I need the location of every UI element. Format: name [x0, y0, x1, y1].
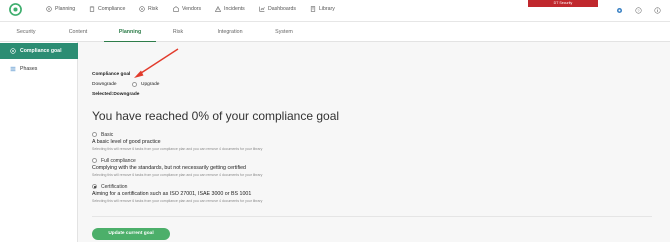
tab-content[interactable]: Content	[52, 22, 104, 42]
nav-item-incidents[interactable]: Incidents	[215, 6, 245, 12]
sidebar-item-phases[interactable]: Phases	[0, 61, 78, 77]
option-full-compliance-description: Complying with the standards, but not ne…	[92, 165, 246, 171]
upgrade-label[interactable]: Upgrade	[141, 82, 159, 87]
option-basic-title[interactable]: Basic	[101, 132, 113, 138]
vendors-icon	[173, 6, 179, 12]
tab-planning[interactable]: Planning	[104, 22, 156, 42]
logo-icon[interactable]	[9, 3, 22, 16]
sidebar-item-label: Phases	[20, 66, 38, 72]
gear-icon[interactable]	[616, 7, 623, 14]
sidebar-item-label: Compliance goal	[20, 48, 62, 54]
option-certification-note: Selecting this will remove 6 tasks from …	[92, 199, 263, 203]
update-goal-button[interactable]: Update current goal	[92, 228, 170, 240]
downgrade-label[interactable]: Downgrade	[92, 82, 117, 87]
nav-label: Library	[319, 6, 335, 12]
nav-label: Risk	[148, 6, 159, 12]
tenant-badge[interactable]: DT Security	[528, 0, 598, 7]
option-full-compliance-note: Selecting this will remove 6 tasks from …	[92, 173, 263, 177]
option-certification-description: Aiming for a certification such as ISO 2…	[92, 191, 252, 197]
top-navigation: Planning Compliance Risk Vendors Inciden…	[0, 0, 670, 22]
risk-icon	[139, 6, 145, 12]
nav-label: Vendors	[182, 6, 202, 12]
option-basic-radio[interactable]	[92, 132, 97, 137]
clipboard-icon	[89, 6, 95, 12]
nav-label: Dashboards	[268, 6, 296, 12]
divider	[92, 216, 652, 217]
nav-label: Compliance	[98, 6, 126, 12]
option-basic-note: Selecting this will remove 6 tasks from …	[92, 147, 263, 151]
svg-text:?: ?	[637, 9, 639, 13]
nav-label: Incidents	[224, 6, 245, 12]
nav-item-compliance[interactable]: Compliance	[89, 6, 125, 12]
nav-item-planning[interactable]: Planning	[46, 6, 75, 12]
tab-system[interactable]: System	[258, 22, 310, 42]
nav-item-vendors[interactable]: Vendors	[173, 6, 201, 12]
book-icon	[310, 6, 316, 12]
toggle-radio[interactable]	[132, 82, 137, 87]
nav-item-risk[interactable]: Risk	[139, 6, 158, 12]
settings-tabs: Security Content Planning Risk Integrati…	[0, 22, 670, 42]
tab-security[interactable]: Security	[0, 22, 52, 42]
nav-item-dashboards[interactable]: Dashboards	[259, 6, 296, 12]
option-certification-title[interactable]: Certification	[101, 184, 127, 190]
option-full-compliance-title[interactable]: Full compliance	[101, 158, 136, 164]
chart-icon	[259, 6, 265, 12]
progress-headline: You have reached 0% of your compliance g…	[92, 109, 340, 123]
nav-item-library[interactable]: Library	[310, 6, 335, 12]
option-certification-radio[interactable]	[92, 184, 97, 189]
sidebar-item-compliance-goal[interactable]: Compliance goal	[0, 43, 78, 59]
option-full-compliance-radio[interactable]	[92, 158, 97, 163]
tab-risk[interactable]: Risk	[152, 22, 204, 42]
tab-integration[interactable]: Integration	[204, 22, 256, 42]
help-icon[interactable]: ?	[635, 7, 642, 14]
option-basic-description: A basic level of good practice	[92, 139, 161, 145]
compliance-goal-label: Compliance goal	[92, 72, 131, 77]
target-icon	[10, 48, 16, 54]
info-icon[interactable]	[654, 7, 661, 14]
list-icon	[10, 66, 16, 72]
compass-icon	[46, 6, 52, 12]
nav-label: Planning	[55, 6, 76, 12]
main-content: Compliance goal Downgrade Upgrade Select…	[79, 43, 670, 242]
sidebar: Compliance goal Phases	[0, 42, 78, 242]
warning-icon	[215, 6, 221, 12]
selected-status: Selected:Downgrade	[92, 92, 140, 97]
